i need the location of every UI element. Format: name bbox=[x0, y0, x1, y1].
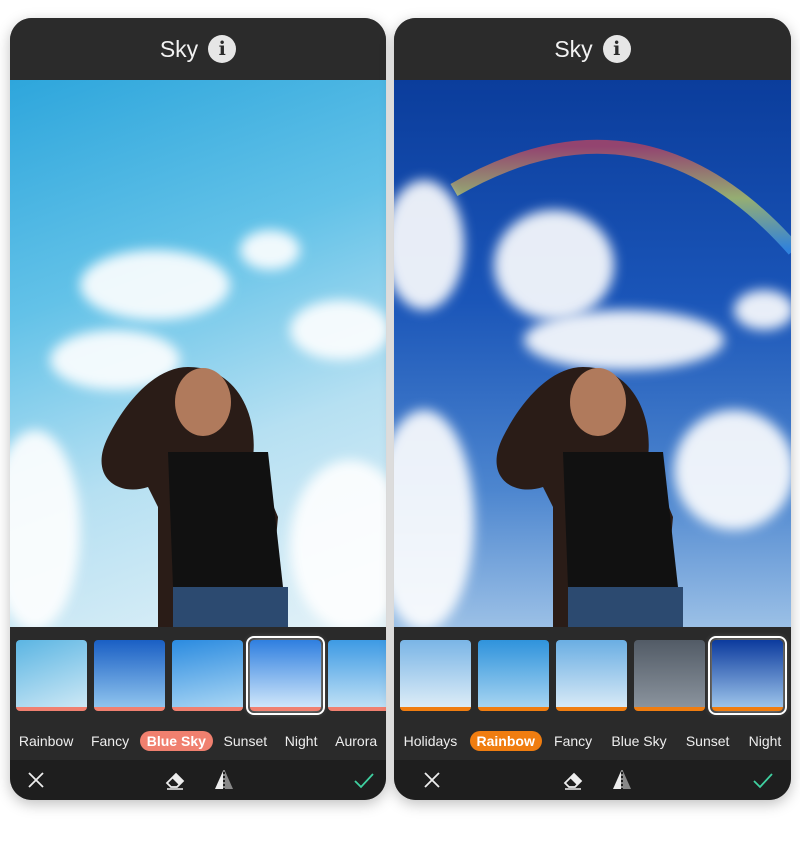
sky-thumbnail[interactable] bbox=[634, 640, 705, 711]
category-tab[interactable]: Sunset bbox=[679, 731, 737, 751]
editor-left: Sky i Rainbow Fancy Blue Sky Sunset Night Aur… bbox=[10, 18, 386, 800]
sky-thumbnail-strip: Holidays Rainbow Fancy Blue Sky Sunset Night bbox=[394, 627, 791, 760]
sky-thumbnail[interactable] bbox=[172, 640, 243, 711]
sky-thumbnail[interactable] bbox=[246, 636, 325, 715]
sky-thumbnail[interactable] bbox=[556, 640, 627, 711]
bottom-toolbar bbox=[10, 760, 386, 800]
photo-preview bbox=[394, 80, 791, 627]
check-icon[interactable] bbox=[352, 768, 376, 792]
sky-thumbnail[interactable] bbox=[400, 640, 471, 711]
title: Sky bbox=[159, 35, 199, 62]
category-tab[interactable]: Night bbox=[278, 731, 325, 751]
category-tab[interactable]: Blue Sky bbox=[604, 731, 673, 751]
category-tab[interactable]: Aurora bbox=[328, 731, 384, 751]
category-tab[interactable]: Rainbow bbox=[469, 731, 542, 751]
sky-thumbnail[interactable] bbox=[708, 636, 787, 715]
flip-icon[interactable] bbox=[212, 768, 236, 792]
eraser-icon[interactable] bbox=[561, 768, 585, 792]
close-icon[interactable] bbox=[420, 768, 444, 792]
close-icon[interactable] bbox=[24, 768, 48, 792]
title: Sky bbox=[554, 35, 593, 62]
header: Sky i bbox=[394, 18, 791, 80]
category-tab[interactable]: Holidays bbox=[397, 731, 465, 751]
sky-thumbnail[interactable] bbox=[328, 640, 386, 711]
check-icon[interactable] bbox=[751, 768, 775, 792]
category-tab[interactable]: Rainbow bbox=[12, 731, 80, 751]
photo-preview bbox=[10, 80, 386, 627]
category-tab[interactable]: Night bbox=[742, 731, 789, 751]
info-icon[interactable]: i bbox=[208, 35, 237, 63]
sky-thumbnail-strip: Rainbow Fancy Blue Sky Sunset Night Aurora bbox=[10, 627, 386, 760]
person-silhouette bbox=[496, 367, 683, 627]
category-tab[interactable]: Fancy bbox=[84, 731, 136, 751]
eraser-icon[interactable] bbox=[163, 768, 187, 792]
sky-thumbnail[interactable] bbox=[94, 640, 165, 711]
sky-thumbnail[interactable] bbox=[16, 640, 87, 711]
category-tab[interactable]: Fancy bbox=[547, 731, 599, 751]
sky-thumbnail[interactable] bbox=[478, 640, 549, 711]
person-silhouette bbox=[101, 367, 288, 627]
flip-icon[interactable] bbox=[610, 768, 634, 792]
editor-right: Sky i Holidays Rainbow Fancy Blue Sky Sunset… bbox=[394, 18, 791, 800]
header: Sky i bbox=[10, 18, 386, 80]
info-icon[interactable]: i bbox=[602, 35, 631, 63]
category-tab[interactable]: Sunset bbox=[217, 731, 275, 751]
bottom-toolbar bbox=[394, 760, 791, 800]
category-tab[interactable]: Blue Sky bbox=[139, 731, 213, 751]
